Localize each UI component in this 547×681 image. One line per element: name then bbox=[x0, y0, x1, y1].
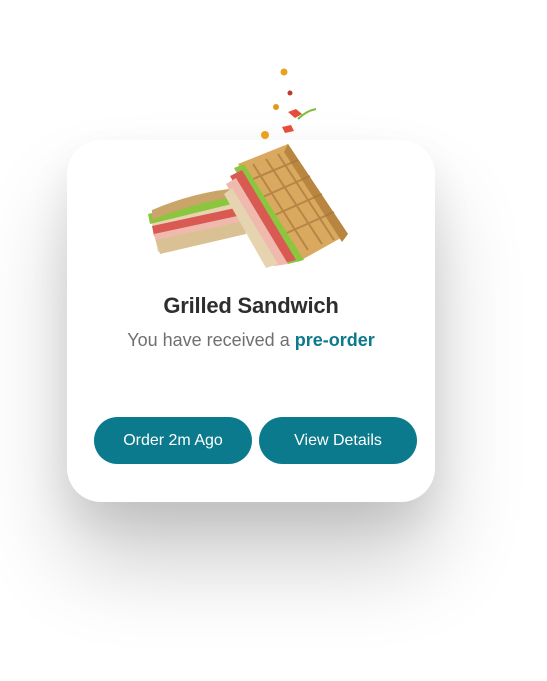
message-prefix: You have received a bbox=[127, 330, 295, 350]
notification-message: You have received a pre-order bbox=[67, 330, 435, 351]
notification-stage: Grilled Sandwich You have received a pre… bbox=[0, 0, 547, 681]
order-time-button[interactable]: Order 2m Ago bbox=[94, 417, 252, 464]
sandwich-image bbox=[148, 68, 348, 268]
view-details-button[interactable]: View Details bbox=[259, 417, 417, 464]
order-time-label: Order 2m Ago bbox=[123, 431, 223, 449]
pre-order-highlight: pre-order bbox=[294, 330, 375, 350]
product-title: Grilled Sandwich bbox=[163, 293, 339, 318]
view-details-label: View Details bbox=[294, 431, 382, 449]
